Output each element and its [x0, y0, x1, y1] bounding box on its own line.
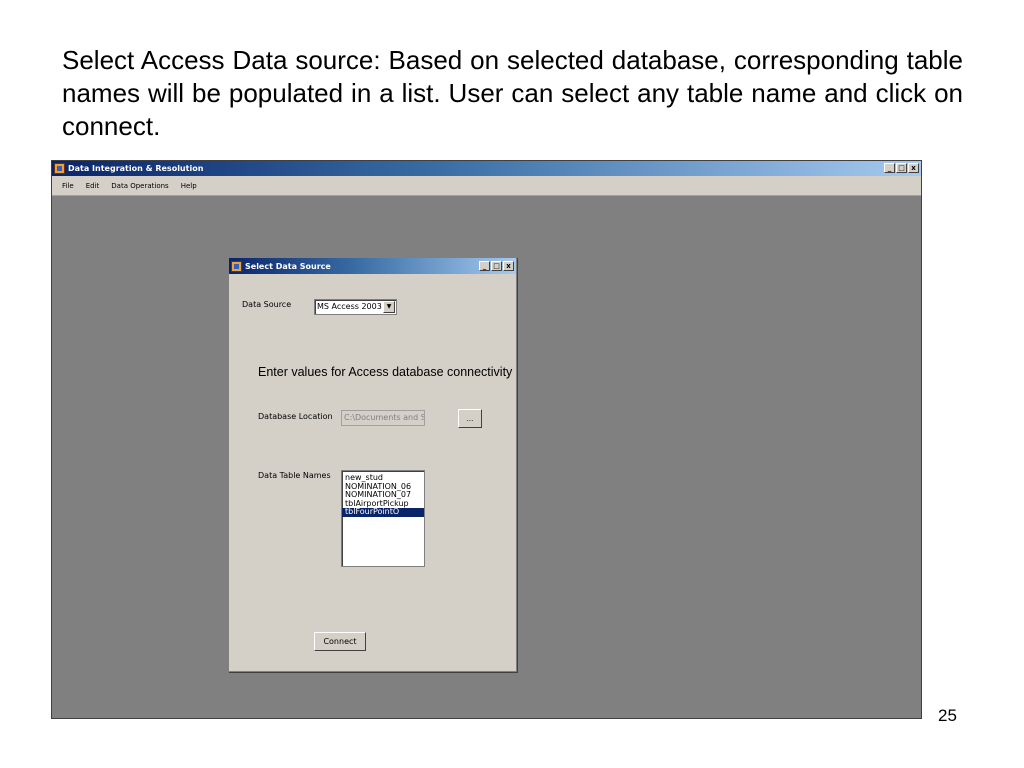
- dialog-maximize-button[interactable]: □: [491, 261, 502, 271]
- page-number: 25: [938, 706, 957, 725]
- menu-help[interactable]: Help: [181, 182, 197, 190]
- maximize-button[interactable]: □: [896, 163, 907, 173]
- chevron-down-icon[interactable]: ▼: [383, 301, 395, 313]
- table-names-listbox[interactable]: new_stud NOMINATION_06 NOMINATION_07 tbl…: [341, 470, 425, 567]
- list-item-selected[interactable]: tblFourPointO: [342, 507, 424, 517]
- connect-button[interactable]: Connect: [314, 632, 366, 651]
- database-location-label: Database Location: [258, 412, 333, 421]
- dialog-icon: [231, 260, 242, 272]
- menu-edit[interactable]: Edit: [86, 182, 100, 190]
- slide-body-text: Select Access Data source: Based on sele…: [62, 45, 963, 141]
- menu-file[interactable]: File: [62, 182, 74, 190]
- dialog-titlebar: Select Data Source _ □ x: [229, 258, 516, 274]
- dialog-minimize-button[interactable]: _: [479, 261, 490, 271]
- dialog-close-button[interactable]: x: [503, 261, 514, 271]
- menu-bar: File Edit Data Operations Help: [52, 176, 921, 196]
- database-location-input[interactable]: C:\Documents and Setti: [341, 410, 425, 426]
- browse-button[interactable]: ...: [458, 409, 482, 428]
- app-titlebar: Data Integration & Resolution _ □ x: [52, 161, 921, 176]
- minimize-button[interactable]: _: [884, 163, 895, 173]
- app-title: Data Integration & Resolution: [68, 164, 204, 173]
- data-table-names-label: Data Table Names: [258, 471, 331, 480]
- app-icon: [54, 163, 65, 174]
- data-source-value: MS Access 2003: [317, 302, 382, 311]
- select-data-source-dialog: Select Data Source _ □ x Data Source MS …: [228, 257, 517, 672]
- connectivity-heading: Enter values for Access database connect…: [258, 365, 513, 379]
- menu-data-operations[interactable]: Data Operations: [111, 182, 168, 190]
- data-source-dropdown[interactable]: MS Access 2003 ▼: [314, 299, 397, 315]
- dialog-title: Select Data Source: [245, 261, 331, 271]
- data-source-label: Data Source: [242, 300, 292, 309]
- close-button[interactable]: x: [908, 163, 919, 173]
